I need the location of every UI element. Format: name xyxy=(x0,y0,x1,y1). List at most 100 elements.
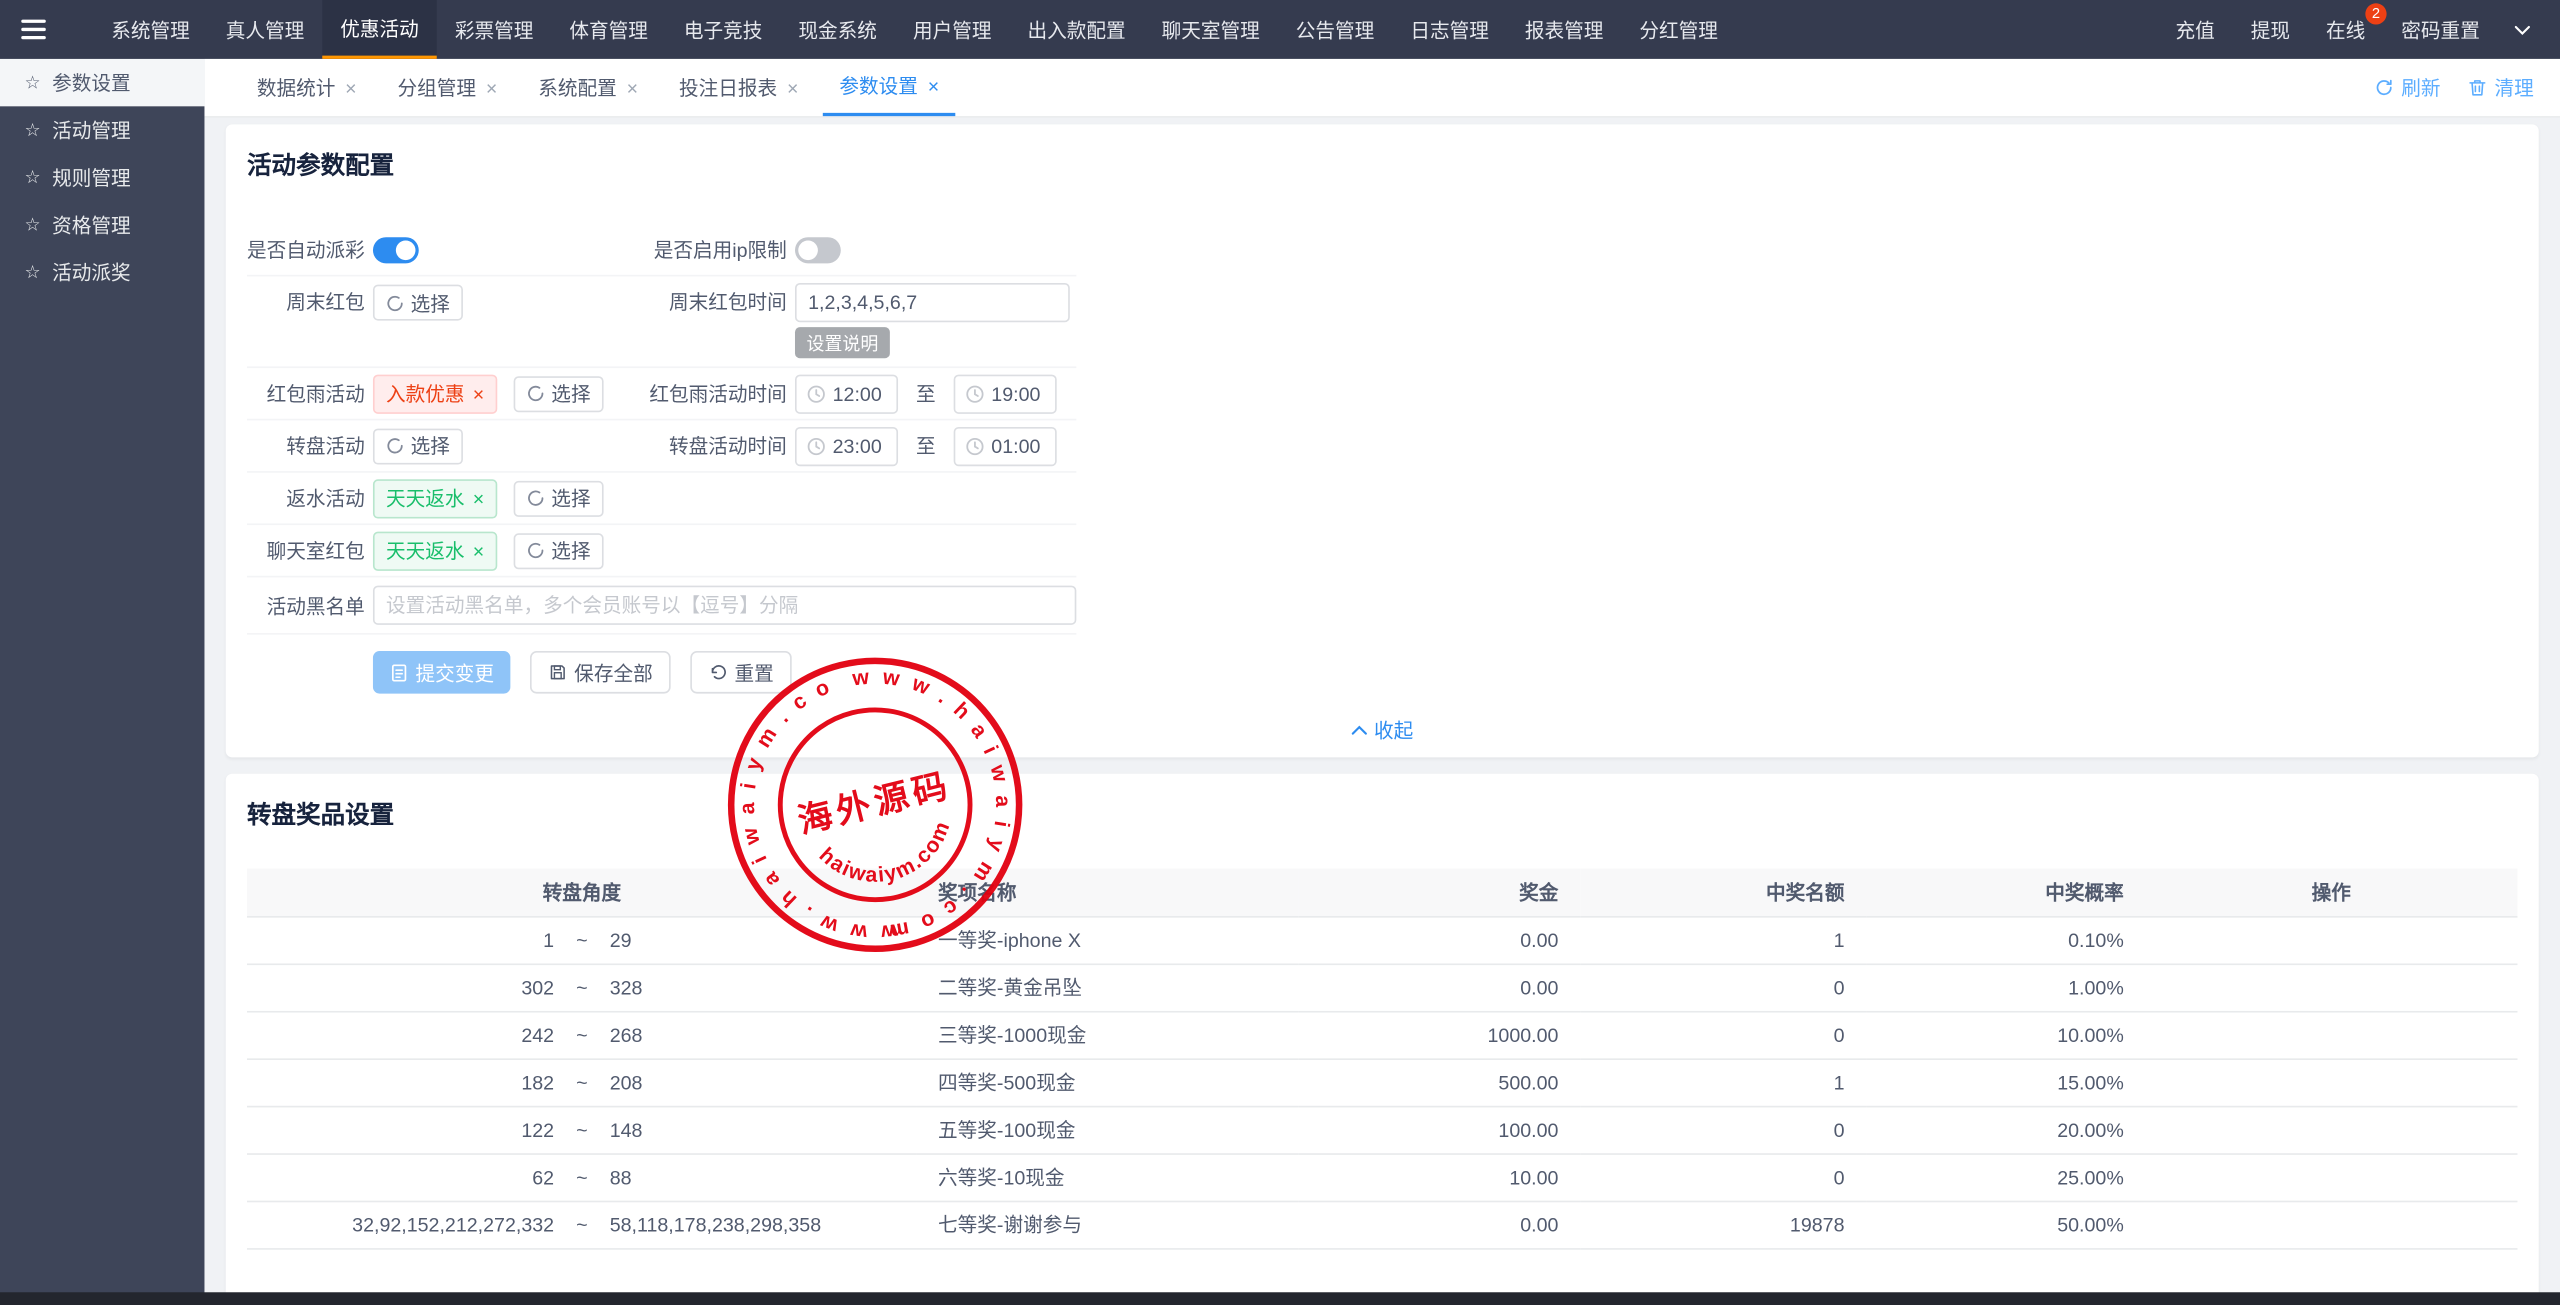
tab-close-icon[interactable]: × xyxy=(627,76,638,99)
nav-item-report-manage[interactable]: 报表管理 xyxy=(1507,0,1622,59)
star-icon: ☆ xyxy=(25,72,41,93)
tab-close-icon[interactable]: × xyxy=(345,76,356,99)
tag-close-icon[interactable]: × xyxy=(473,539,484,562)
tab-system-config[interactable]: 系统配置 × xyxy=(522,59,655,116)
refresh-button[interactable]: 刷新 xyxy=(2373,74,2440,102)
angle-to: 148 xyxy=(610,1118,896,1141)
nav-item-system-manage[interactable]: 系统管理 xyxy=(93,0,208,59)
red-rain-start-time[interactable]: 12:00 xyxy=(795,374,898,413)
sidebar-item-rule-manage[interactable]: ☆ 规则管理 xyxy=(0,154,204,201)
tab-data-stats[interactable]: 数据统计 × xyxy=(240,59,373,116)
sidebar-item-qualification-manage[interactable]: ☆ 资格管理 xyxy=(0,201,204,248)
row-action xyxy=(2145,1058,2517,1105)
prize-quota: 19878 xyxy=(1580,1201,1866,1248)
wheel-end-time[interactable]: 01:00 xyxy=(954,426,1057,465)
table-row: 1~29 一等奖-iphone X 0.00 1 0.10% xyxy=(247,916,2517,963)
wheel-table-title: 转盘奖品设置 xyxy=(226,774,2539,831)
select-label: 选择 xyxy=(411,289,450,317)
nav-item-live-manage[interactable]: 真人管理 xyxy=(208,0,323,59)
nav-withdraw-button[interactable]: 提现 xyxy=(2233,0,2308,59)
table-row: 302~328 二等奖-黄金吊坠 0.00 0 1.00% xyxy=(247,963,2517,1010)
chat-red-select-button[interactable]: 选择 xyxy=(514,532,604,568)
nav-item-esports[interactable]: 电子竞技 xyxy=(666,0,781,59)
nav-recharge-button[interactable]: 充值 xyxy=(2157,0,2232,59)
prize-quota: 0 xyxy=(1580,1153,1866,1200)
setting-note-button[interactable]: 设置说明 xyxy=(795,327,890,358)
tab-close-icon[interactable]: × xyxy=(787,76,798,99)
weekend-time-input[interactable] xyxy=(795,283,1070,322)
tab-close-icon[interactable]: × xyxy=(928,74,939,97)
nav-item-sports-manage[interactable]: 体育管理 xyxy=(551,0,666,59)
prize-bonus: 0.00 xyxy=(1298,963,1580,1010)
tilde: ~ xyxy=(554,1118,610,1141)
tab-parameter-settings[interactable]: 参数设置 × xyxy=(823,59,956,116)
header-quota: 中奖名额 xyxy=(1580,869,1866,916)
sidebar-item-label: 资格管理 xyxy=(52,211,131,239)
sidebar-item-activity-payout[interactable]: ☆ 活动派奖 xyxy=(0,249,204,296)
red-rain-time-label: 红包雨活动时间 xyxy=(602,380,787,408)
chat-red-label: 聊天室红包 xyxy=(247,537,365,565)
header-action: 操作 xyxy=(2145,869,2517,916)
sidebar-item-activity-manage[interactable]: ☆ 活动管理 xyxy=(0,106,204,153)
rebate-select-button[interactable]: 选择 xyxy=(514,480,604,516)
sidebar-item-label: 参数设置 xyxy=(52,69,131,97)
clean-button[interactable]: 清理 xyxy=(2467,74,2534,102)
nav-item-chatroom-manage[interactable]: 聊天室管理 xyxy=(1144,0,1278,59)
tab-group-manage[interactable]: 分组管理 × xyxy=(381,59,514,116)
tab-label: 数据统计 xyxy=(257,74,336,102)
tag-close-icon[interactable]: × xyxy=(473,382,484,405)
header-angle: 转盘角度 xyxy=(247,869,917,916)
collapse-link[interactable]: 收起 xyxy=(1351,716,1413,744)
select-label: 选择 xyxy=(551,537,590,565)
nav-item-lottery-manage[interactable]: 彩票管理 xyxy=(437,0,552,59)
reset-button[interactable]: 重置 xyxy=(690,651,791,694)
prize-rate: 20.00% xyxy=(1866,1106,2145,1153)
prize-name: 一等奖-iphone X xyxy=(917,916,1298,963)
nav-item-user-manage[interactable]: 用户管理 xyxy=(895,0,1010,59)
submit-changes-button[interactable]: 提交变更 xyxy=(373,651,510,694)
prize-bonus: 10.00 xyxy=(1298,1153,1580,1200)
tab-bet-daily-report[interactable]: 投注日报表 × xyxy=(663,59,815,116)
tag-close-icon[interactable]: × xyxy=(473,487,484,510)
nav-item-promo-activity[interactable]: 优惠活动 xyxy=(322,0,437,59)
angle-to: 328 xyxy=(610,976,896,999)
nav-item-announcement-manage[interactable]: 公告管理 xyxy=(1278,0,1393,59)
weekend-select-button[interactable]: 选择 xyxy=(373,285,463,321)
submit-label: 提交变更 xyxy=(415,658,494,686)
circle-icon xyxy=(527,384,545,402)
form-buttons: 提交变更 保存全部 重置 xyxy=(247,635,1076,694)
ip-limit-toggle[interactable] xyxy=(795,236,841,262)
nav-online-button[interactable]: 在线 2 xyxy=(2308,0,2383,59)
red-rain-select-button[interactable]: 选择 xyxy=(514,375,604,411)
auto-payout-toggle[interactable] xyxy=(373,236,419,262)
page-title: 活动参数配置 xyxy=(226,124,2539,181)
user-dropdown-toggle[interactable] xyxy=(2498,0,2547,59)
wheel-start-time[interactable]: 23:00 xyxy=(795,426,898,465)
time-value: 23:00 xyxy=(833,434,882,457)
nav-password-reset-button[interactable]: 密码重置 xyxy=(2383,0,2498,59)
prize-bonus: 100.00 xyxy=(1298,1106,1580,1153)
circle-icon xyxy=(527,541,545,559)
nav-item-log-manage[interactable]: 日志管理 xyxy=(1392,0,1507,59)
prize-rate: 0.10% xyxy=(1866,916,2145,963)
sidebar-item-parameter-settings[interactable]: ☆ 参数设置 xyxy=(0,59,204,106)
sidebar-toggle-button[interactable] xyxy=(0,0,93,59)
blacklist-input[interactable] xyxy=(373,586,1076,625)
save-all-button[interactable]: 保存全部 xyxy=(530,651,671,694)
auto-pay-label: 是否自动派彩 xyxy=(247,236,365,264)
reset-icon xyxy=(708,662,728,682)
angle-from: 182 xyxy=(268,1071,554,1094)
wheel-select-button[interactable]: 选择 xyxy=(373,428,463,464)
angle-from: 242 xyxy=(268,1023,554,1046)
wheel-label: 转盘活动 xyxy=(247,432,365,460)
save-all-label: 保存全部 xyxy=(574,658,653,686)
angle-to: 88 xyxy=(610,1165,896,1188)
nav-item-cash-system[interactable]: 现金系统 xyxy=(780,0,895,59)
tab-close-icon[interactable]: × xyxy=(486,76,497,99)
prize-quota: 1 xyxy=(1580,1058,1866,1105)
nav-item-deposit-withdraw-config[interactable]: 出入款配置 xyxy=(1009,0,1143,59)
nav-item-dividend-manage[interactable]: 分红管理 xyxy=(1621,0,1736,59)
angle-from: 32,92,152,212,272,332 xyxy=(268,1213,554,1236)
clipboard-icon xyxy=(389,662,409,682)
red-rain-end-time[interactable]: 19:00 xyxy=(954,374,1057,413)
